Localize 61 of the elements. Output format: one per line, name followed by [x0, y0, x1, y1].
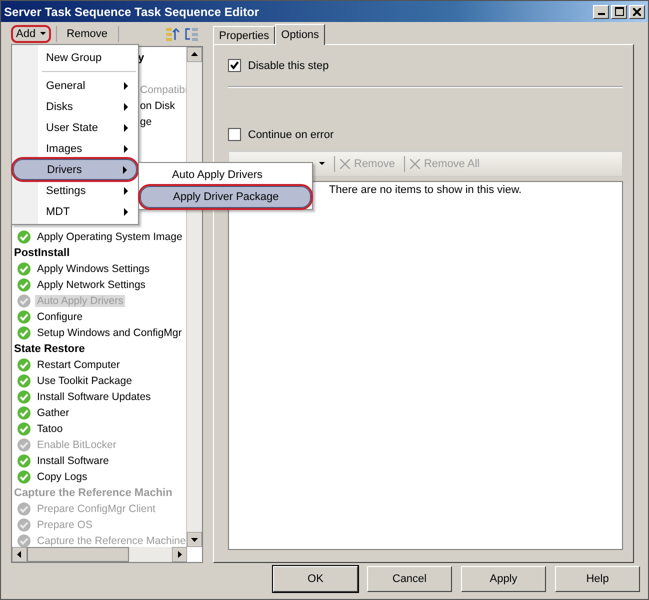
step-label[interactable]: on Disk [138, 100, 178, 112]
submenu-arrow-icon [123, 166, 128, 174]
toolbar-button[interactable]: Remove [62, 25, 113, 43]
submenu-arrow-icon [124, 144, 129, 152]
step-label[interactable]: Apply Windows Settings [35, 263, 152, 275]
checkbox[interactable]: Continue on error [228, 128, 623, 141]
step-label[interactable]: Apply Operating System Image [35, 231, 184, 243]
x-icon [340, 159, 350, 169]
step-label[interactable]: Apply Network Settings [35, 279, 148, 291]
menu-item[interactable]: MDT [13, 201, 137, 222]
caret-icon [40, 32, 46, 36]
move-down-icon [183, 26, 199, 42]
maximize-button[interactable] [611, 4, 627, 18]
window-title: Server Task Sequence Task Sequence Editor [4, 4, 260, 18]
step-label[interactable]: Setup Windows and ConfigMgr [35, 327, 184, 339]
checkbox-icon [228, 128, 241, 141]
minimize-button[interactable] [593, 4, 609, 18]
empty-message: There are no items to show in this view. [329, 184, 522, 196]
step-label[interactable]: Tatoo [35, 423, 65, 435]
close-button[interactable] [629, 4, 645, 18]
dialog-button[interactable]: Cancel [367, 566, 452, 592]
menu-item[interactable]: Settings [13, 180, 137, 201]
tab[interactable]: Options [275, 24, 326, 45]
menu-item[interactable]: Drivers [13, 159, 137, 180]
close-icon [633, 8, 641, 16]
checkbox-label: Continue on error [248, 128, 334, 140]
submenu-arrow-icon [124, 124, 129, 132]
checkbox-icon [228, 59, 241, 72]
dialog-button[interactable]: Help [555, 566, 640, 592]
maximize-icon [614, 7, 624, 16]
submenu-arrow-icon [124, 208, 129, 216]
step-label[interactable]: Gather [35, 407, 72, 419]
dialog-button[interactable]: Apply [461, 566, 546, 592]
menu-item[interactable]: General [13, 75, 137, 96]
submenu-arrow-icon [124, 186, 129, 194]
group-label[interactable]: State Restore [14, 343, 85, 355]
submenu-arrow-icon [124, 82, 129, 90]
step-label[interactable]: Install Software Updates [35, 391, 153, 403]
x-icon [410, 159, 420, 169]
step-label[interactable]: ge [138, 116, 154, 128]
submenu-arrow-icon [124, 102, 129, 110]
tab[interactable]: Properties [213, 26, 276, 44]
group-label[interactable]: PostInstall [14, 247, 70, 259]
step-label[interactable]: Install Software [35, 455, 111, 467]
caret-icon [319, 162, 325, 166]
move-up-icon [165, 26, 181, 42]
menu-item[interactable]: Disks [13, 96, 137, 117]
step-label[interactable]: Restart Computer [35, 359, 122, 371]
checkbox[interactable]: Disable this step [228, 59, 623, 72]
horizontal-scrollbar[interactable] [12, 547, 187, 562]
menu-item[interactable]: Apply Driver Package [140, 186, 311, 208]
dialog-button[interactable]: OK [273, 566, 358, 592]
step-label[interactable]: Use Toolkit Package [35, 375, 134, 387]
checkbox-label: Disable this step [248, 60, 329, 72]
menu-item[interactable]: Images [13, 138, 137, 159]
step-label[interactable]: Configure [35, 311, 85, 323]
step-label[interactable]: Copy Logs [35, 471, 90, 483]
minimize-icon [598, 12, 604, 14]
menu-item[interactable]: Auto Apply Drivers [140, 164, 311, 186]
menu-item[interactable]: New Group [13, 47, 137, 68]
menu-item[interactable]: User State [13, 117, 137, 138]
